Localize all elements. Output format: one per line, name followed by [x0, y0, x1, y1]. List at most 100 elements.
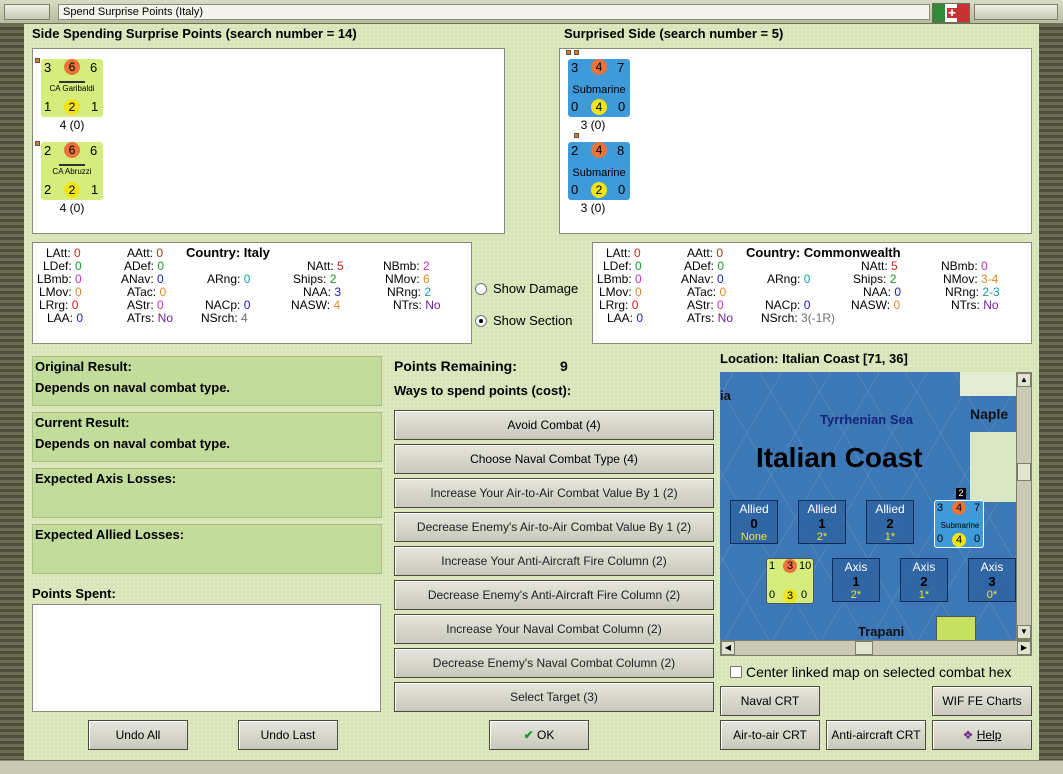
axis-section-box-3[interactable]: Axis 3 0*	[968, 558, 1016, 602]
country-italy: Country: Italy	[186, 245, 270, 260]
box-sub: None	[740, 531, 768, 543]
stat-nsrch: NSrch: 3(-1R)	[761, 311, 836, 325]
spending-units-list[interactable]: 3 6 6 CA Garibaldi 1 2 1 4 (0) 2 6 6 CA …	[32, 48, 505, 234]
help-button[interactable]: ❖ Help	[932, 720, 1032, 750]
stat-ntrs: NTrs: No	[951, 298, 999, 312]
axis-section-box-1[interactable]: Axis 1 2*	[832, 558, 880, 602]
stat-astr: AStr: 0	[127, 298, 164, 312]
avoid-combat-button[interactable]: Avoid Combat (4)	[394, 410, 714, 440]
location-map[interactable]: ia Tyrrhenian Sea Naple Italian Coast Al…	[720, 372, 1016, 640]
allied-losses-panel: Expected Allied Losses:	[32, 524, 382, 574]
scroll-right-icon[interactable]: ▶	[1017, 641, 1031, 655]
undo-all-button[interactable]: Undo All	[88, 720, 188, 750]
show-damage-label[interactable]: Show Damage	[493, 281, 578, 296]
counter-bottom-right: 1	[91, 182, 99, 197]
scroll-thumb-vertical[interactable]	[1017, 463, 1031, 481]
unit-marker-icon	[574, 50, 579, 55]
map-label-naples: Naple	[970, 406, 1009, 422]
system-menu-button[interactable]	[4, 4, 50, 20]
box-sub: 0*	[986, 589, 998, 601]
naval-crt-button[interactable]: Naval CRT	[720, 686, 820, 716]
stat-lbmb: LBmb: 0	[597, 272, 642, 286]
counter-top-right: 6	[90, 143, 98, 158]
points-spent-list[interactable]	[32, 604, 381, 712]
stat-atrs: ATrs: No	[687, 311, 734, 325]
stat-lmov: LMov: 0	[39, 285, 82, 299]
show-section-label[interactable]: Show Section	[493, 313, 573, 328]
select-target-button[interactable]: Select Target (3)	[394, 682, 714, 712]
stat-nmov: NMov: 6	[385, 272, 430, 286]
location-label: Location: Italian Coast [71, 36]	[720, 351, 908, 366]
scroll-left-icon[interactable]: ◀	[721, 641, 735, 655]
italy-flag-icon: ✚	[932, 3, 970, 23]
stat-lmov: LMov: 0	[599, 285, 642, 299]
increase-naval-combat-button[interactable]: Increase Your Naval Combat Column (2)	[394, 614, 714, 644]
map-vertical-scrollbar[interactable]: ▲ ▼	[1016, 372, 1032, 640]
dialog-content: Side Spending Surprise Points (search nu…	[24, 24, 1039, 760]
stat-anav: ANav: 0	[121, 272, 164, 286]
counter-bottom-center: 2	[64, 99, 80, 115]
box-sub: 2*	[850, 589, 862, 601]
ship-silhouette-icon	[59, 77, 85, 83]
box-number: 1	[852, 574, 860, 589]
stat-ldef: LDef: 0	[43, 259, 82, 273]
choose-naval-combat-type-button[interactable]: Choose Naval Combat Type (4)	[394, 444, 714, 474]
decrease-enemy-naval-combat-button[interactable]: Decrease Enemy's Naval Combat Column (2)	[394, 648, 714, 678]
allied-section-box-2[interactable]: Allied 2 1*	[866, 500, 914, 544]
stat-arng: ARng: 0	[207, 272, 251, 286]
stat-ships: Ships: 2	[293, 272, 337, 286]
scroll-thumb-horizontal[interactable]	[855, 641, 873, 655]
country-commonwealth: Country: Commonwealth	[746, 245, 901, 260]
decrease-enemy-air-to-air-button[interactable]: Decrease Enemy's Air-to-Air Combat Value…	[394, 512, 714, 542]
center-linked-map-checkbox[interactable]	[730, 666, 742, 678]
checkmark-icon: ✔	[523, 728, 534, 742]
box-sub: 1*	[884, 531, 896, 543]
scroll-down-icon[interactable]: ▼	[1017, 625, 1031, 639]
allied-section-box-0[interactable]: Allied 0 None	[730, 500, 778, 544]
stat-nrng: NRng: 2	[387, 285, 432, 299]
map-horizontal-scrollbar[interactable]: ◀ ▶	[720, 640, 1032, 656]
points-remaining-label: Points Remaining:	[394, 358, 517, 374]
stat-nmov: NMov: 3-4	[943, 272, 999, 286]
window-title: Spend Surprise Points (Italy)	[58, 4, 930, 20]
current-result-value: Depends on naval combat type.	[35, 436, 231, 451]
window-controls[interactable]	[974, 4, 1058, 20]
show-section-radio[interactable]	[475, 315, 487, 327]
counter-top-left: 1	[769, 560, 776, 572]
land-area	[970, 432, 1016, 502]
box-title: Allied	[739, 502, 769, 516]
box-title: Axis	[980, 560, 1004, 574]
increase-air-to-air-button[interactable]: Increase Your Air-to-Air Combat Value By…	[394, 478, 714, 508]
axis-section-box-2[interactable]: Axis 2 1*	[900, 558, 948, 602]
anti-aircraft-crt-button[interactable]: Anti-aircraft CRT	[826, 720, 926, 750]
unit-counter-garibaldi[interactable]: 3 6 6 CA Garibaldi 1 2 1	[35, 58, 103, 117]
decrease-enemy-anti-aircraft-button[interactable]: Decrease Enemy's Anti-Aircraft Fire Colu…	[394, 580, 714, 610]
show-damage-radio[interactable]	[475, 283, 487, 295]
unit-counter-submarine-1[interactable]: 3 4 7 Submarine 0 4 0	[566, 50, 630, 117]
stat-nacp: NACp: 0	[765, 298, 811, 312]
counter-bottom-right: 1	[91, 99, 99, 114]
ok-button[interactable]: ✔ OK	[489, 720, 589, 750]
box-sub: 2*	[816, 531, 828, 543]
counter-top-right: 7	[617, 60, 625, 75]
air-to-air-crt-button[interactable]: Air-to-air CRT	[720, 720, 820, 750]
map-italian-counter[interactable]: 1 3 10 0 3 0	[766, 558, 814, 604]
points-remaining-value: 9	[560, 358, 568, 374]
wif-fe-charts-button[interactable]: WIF FE Charts	[932, 686, 1032, 716]
center-linked-map-label[interactable]: Center linked map on selected combat hex	[746, 664, 1011, 680]
map-submarine-counter[interactable]: 3 4 7 Submarine 0 4 0	[934, 500, 984, 548]
stack-count-badge: 2	[956, 488, 966, 499]
scroll-up-icon[interactable]: ▲	[1017, 373, 1031, 387]
undo-last-button[interactable]: Undo Last	[238, 720, 338, 750]
increase-anti-aircraft-button[interactable]: Increase Your Anti-Aircraft Fire Column …	[394, 546, 714, 576]
map-land-unit-counter[interactable]	[936, 616, 976, 640]
counter-bottom-right: 0	[618, 182, 626, 197]
counter-bottom-left: 2	[44, 182, 52, 197]
unit-counter-submarine-2[interactable]: 2 4 8 Submarine 0 2 0	[568, 133, 630, 200]
allied-section-box-1[interactable]: Allied 1 2*	[798, 500, 846, 544]
unit-caption: 4 (0)	[59, 118, 85, 132]
surprised-units-list[interactable]: 3 4 7 Submarine 0 4 0 3 (0) 2 4 8 Submar…	[559, 48, 1032, 234]
spend-surprise-points-window: Spend Surprise Points (Italy) ✚ Side Spe…	[0, 0, 1063, 774]
box-sub: 1*	[918, 589, 930, 601]
unit-counter-abruzzi[interactable]: 2 6 6 CA Abruzzi 2 2 1	[35, 141, 103, 200]
